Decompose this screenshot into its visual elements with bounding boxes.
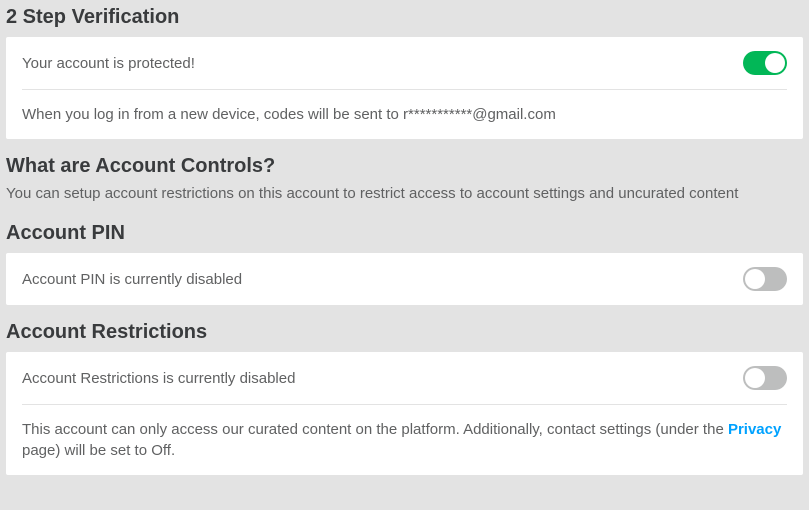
account-restrictions-card: Account Restrictions is currently disabl… (6, 352, 803, 475)
account-restrictions-desc: This account can only access our curated… (22, 419, 787, 461)
toggle-knob (745, 269, 765, 289)
two-step-status-row: Your account is protected! (6, 37, 803, 89)
account-restrictions-status-row: Account Restrictions is currently disabl… (6, 352, 803, 404)
account-pin-status-text: Account PIN is currently disabled (22, 269, 242, 290)
account-pin-heading: Account PIN (0, 216, 809, 251)
two-step-status-text: Your account is protected! (22, 53, 195, 74)
account-restrictions-desc-suffix: page) will be set to Off. (22, 442, 175, 459)
account-controls-desc: You can setup account restrictions on th… (0, 184, 809, 216)
two-step-desc-row: When you log in from a new device, codes… (6, 90, 803, 139)
two-step-card: Your account is protected! When you log … (6, 37, 803, 139)
toggle-knob (745, 368, 765, 388)
account-restrictions-desc-prefix: This account can only access our curated… (22, 421, 728, 438)
two-step-heading: 2 Step Verification (0, 0, 809, 35)
toggle-knob (765, 53, 785, 73)
two-step-toggle[interactable] (743, 51, 787, 75)
account-pin-toggle[interactable] (743, 267, 787, 291)
two-step-email: r***********@gmail.com (403, 106, 556, 123)
account-restrictions-heading: Account Restrictions (0, 315, 809, 350)
account-controls-heading: What are Account Controls? (0, 149, 809, 184)
account-pin-card: Account PIN is currently disabled (6, 253, 803, 305)
two-step-desc-prefix: When you log in from a new device, codes… (22, 106, 403, 123)
two-step-desc: When you log in from a new device, codes… (22, 104, 556, 125)
account-restrictions-toggle[interactable] (743, 366, 787, 390)
account-restrictions-desc-row: This account can only access our curated… (6, 405, 803, 475)
privacy-link[interactable]: Privacy (728, 421, 781, 438)
account-restrictions-status-text: Account Restrictions is currently disabl… (22, 368, 295, 389)
account-pin-status-row: Account PIN is currently disabled (6, 253, 803, 305)
